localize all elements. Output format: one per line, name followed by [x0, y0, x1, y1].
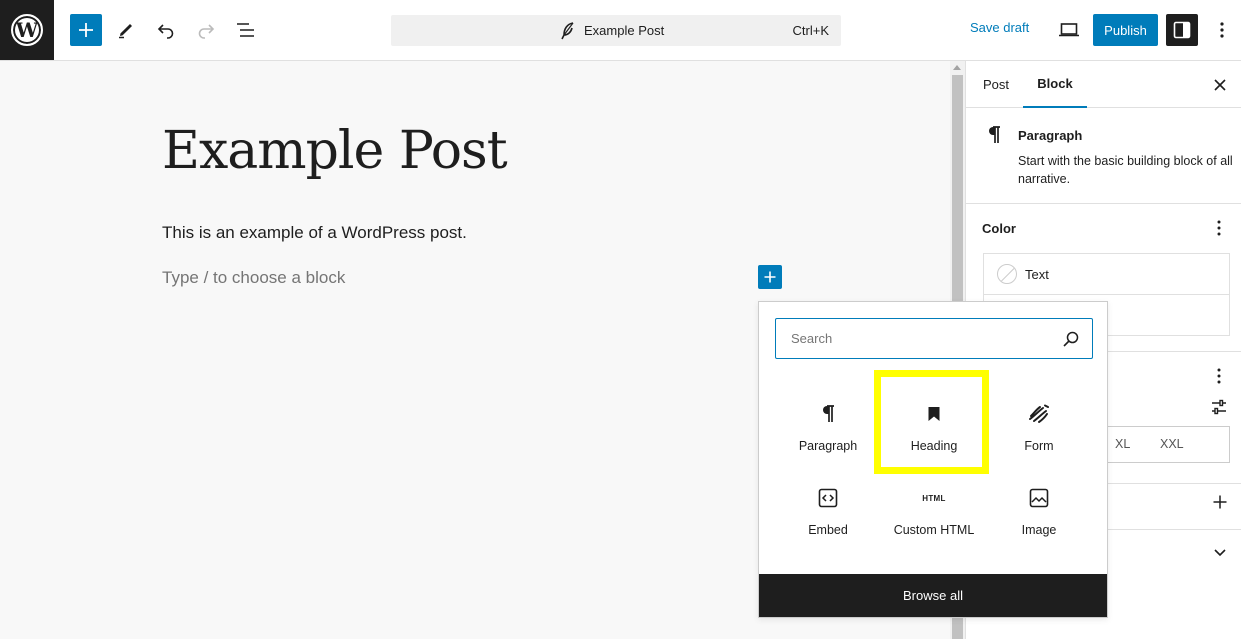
undo-icon	[157, 24, 174, 39]
set-custom-size-button[interactable]	[1211, 399, 1227, 420]
block-item-label: Embed	[808, 523, 848, 537]
block-item-image[interactable]: Image	[986, 472, 1092, 556]
empty-block-placeholder[interactable]: Type / to choose a block	[162, 268, 345, 288]
block-search-field	[775, 318, 1093, 359]
wordpress-logo-icon: W	[11, 14, 43, 46]
settings-sidebar-toggle-button[interactable]	[1166, 14, 1198, 46]
list-view-icon	[237, 23, 254, 37]
block-item-heading[interactable]: Heading	[881, 380, 987, 464]
block-item-label: Image	[1021, 523, 1057, 537]
feather-icon	[561, 21, 574, 39]
editor-header: W Example Post Ctrl+K Save draft Publish	[0, 0, 1241, 61]
chevron-down-icon	[1214, 549, 1226, 557]
text-color-label: Text	[1025, 266, 1049, 282]
paragraph-block[interactable]: This is an example of a WordPress post.	[162, 223, 467, 243]
sliders-icon	[1212, 399, 1226, 415]
options-menu-button[interactable]	[1206, 14, 1238, 46]
scroll-up-arrow-icon[interactable]	[953, 65, 961, 70]
image-icon	[1029, 488, 1049, 508]
plus-icon	[1213, 495, 1227, 509]
quick-inserter-popover: Paragraph Heading Form Embed HTML Custom…	[758, 301, 1108, 618]
block-item-label: Heading	[910, 439, 958, 453]
plus-icon	[79, 23, 93, 37]
close-icon	[1214, 79, 1226, 91]
post-title[interactable]: Example Post	[162, 121, 508, 181]
sidebar-tabs: Post Block	[966, 61, 1241, 108]
command-shortcut: Ctrl+K	[792, 23, 829, 38]
html-icon: HTML	[922, 493, 946, 503]
color-panel-title: Color	[982, 221, 1016, 236]
block-card: Paragraph Start with the basic building …	[966, 108, 1241, 204]
block-inserter-toggle-button[interactable]	[70, 14, 102, 46]
tools-button[interactable]	[110, 14, 142, 46]
block-item-label: Custom HTML	[893, 523, 975, 537]
search-icon	[1063, 331, 1079, 347]
block-item-label: Form	[1024, 439, 1054, 453]
block-card-description: Start with the basic building block of a…	[1018, 154, 1233, 186]
tab-block[interactable]: Block	[1023, 61, 1087, 108]
expand-panel-button[interactable]	[1213, 545, 1227, 563]
command-title: Example Post	[561, 15, 664, 46]
document-overview-button[interactable]	[230, 14, 262, 46]
block-item-form[interactable]: Form	[986, 380, 1092, 464]
more-vertical-icon	[1217, 368, 1221, 384]
close-sidebar-button[interactable]	[1208, 73, 1232, 97]
command-title-text: Example Post	[584, 23, 665, 38]
empty-color-swatch-icon	[997, 264, 1017, 284]
font-size-option-xl[interactable]: XL	[1115, 437, 1130, 451]
block-item-paragraph[interactable]: Paragraph	[775, 380, 881, 464]
block-item-label: Paragraph	[798, 439, 858, 453]
more-vertical-icon	[1217, 220, 1221, 236]
plus-icon	[764, 271, 776, 283]
text-color-row[interactable]: Text	[984, 254, 1229, 295]
preview-button[interactable]	[1053, 14, 1085, 46]
inline-inserter-button[interactable]	[758, 265, 782, 289]
pencil-icon	[119, 24, 132, 39]
paragraph-icon	[989, 126, 1000, 143]
save-draft-button[interactable]: Save draft	[970, 20, 1029, 35]
undo-button[interactable]	[150, 14, 182, 46]
block-search-input[interactable]	[776, 319, 1056, 357]
font-size-option-xxl[interactable]: XXL	[1160, 437, 1184, 451]
block-card-title: Paragraph	[1018, 128, 1083, 143]
wordpress-logo-button[interactable]: W	[0, 0, 54, 60]
typography-options-button[interactable]	[1211, 366, 1227, 386]
block-item-embed[interactable]: Embed	[775, 472, 881, 556]
block-item-custom-html[interactable]: HTML Custom HTML	[881, 472, 987, 556]
command-palette-bar[interactable]: Example Post Ctrl+K	[391, 15, 841, 46]
add-panel-button[interactable]	[1213, 495, 1227, 514]
redo-button[interactable]	[190, 14, 222, 46]
publish-button[interactable]: Publish	[1093, 14, 1158, 46]
more-vertical-icon	[1220, 22, 1224, 38]
tab-post[interactable]: Post	[983, 61, 1009, 108]
redo-icon	[198, 24, 215, 39]
form-icon	[1029, 404, 1049, 423]
desktop-preview-icon	[1059, 23, 1079, 37]
browse-all-button[interactable]: Browse all	[759, 574, 1107, 617]
sidebar-icon	[1173, 21, 1191, 39]
color-options-button[interactable]	[1211, 218, 1227, 238]
embed-icon	[818, 488, 838, 508]
paragraph-icon	[823, 405, 834, 422]
bookmark-icon	[928, 407, 940, 421]
